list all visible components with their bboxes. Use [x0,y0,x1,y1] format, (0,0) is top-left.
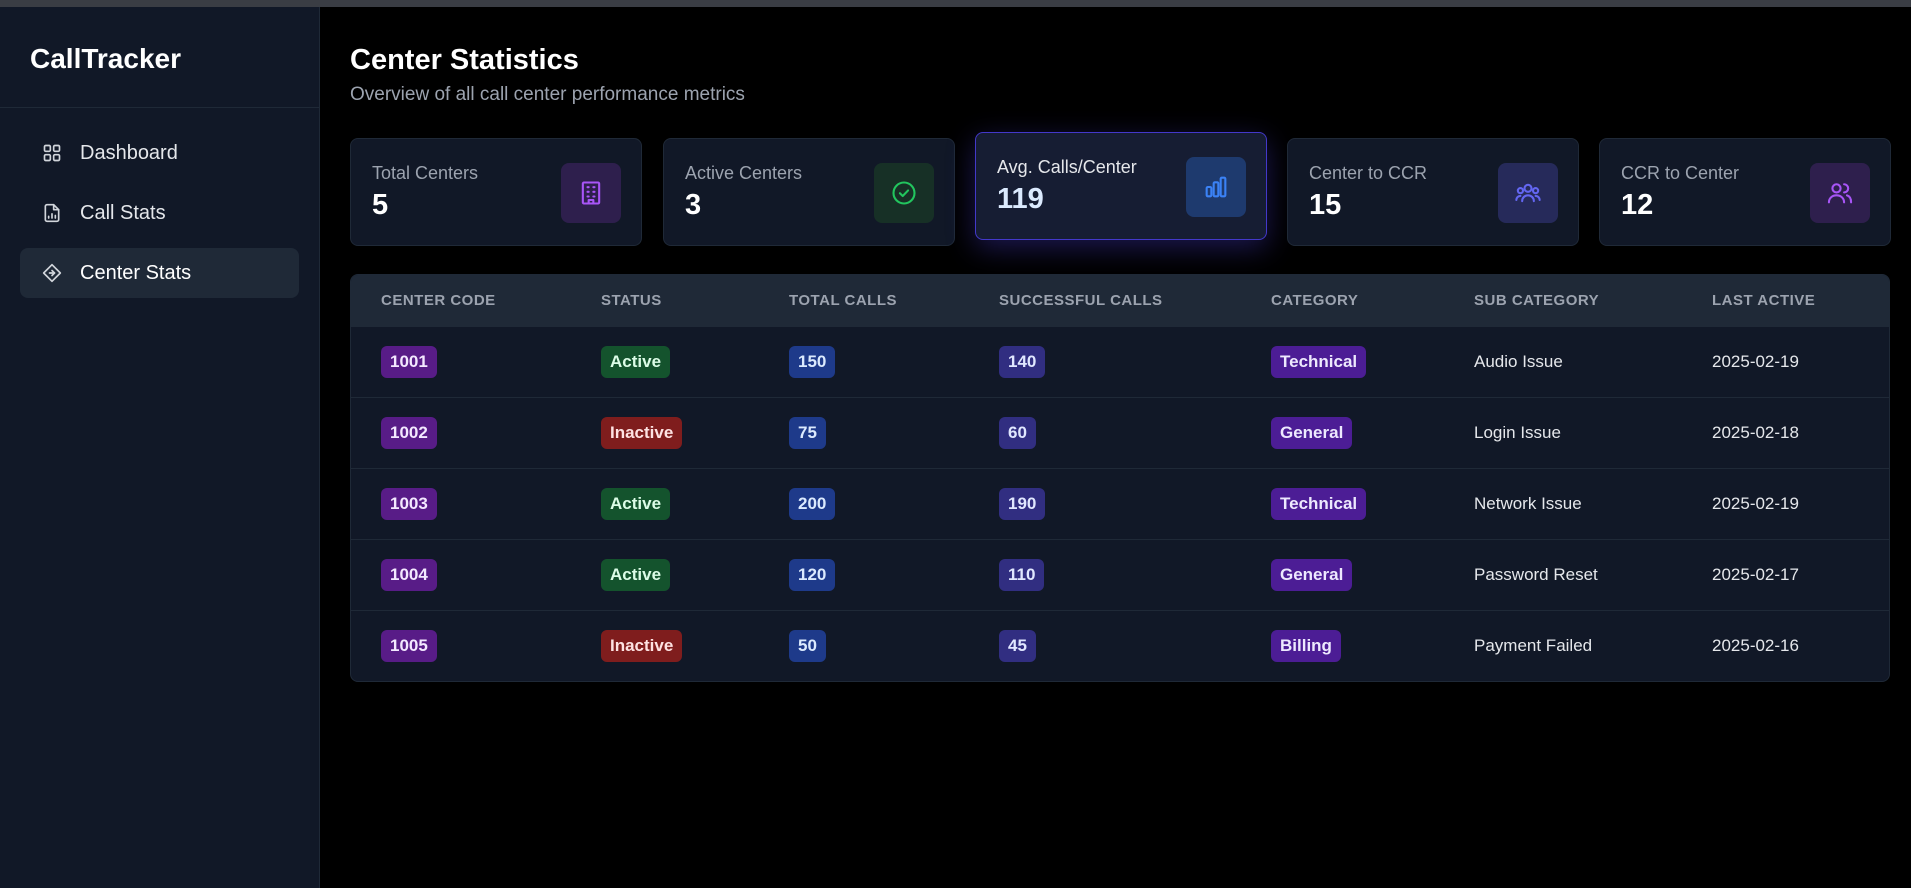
main-content: Center Statistics Overview of all call c… [350,40,1891,682]
page-subtitle: Overview of all call center performance … [350,84,745,105]
status-badge: Active [601,559,671,591]
column-header-sub-category[interactable]: Sub Category [1474,292,1599,309]
column-header-category[interactable]: Category [1271,292,1358,309]
chart-file-icon [42,203,62,223]
sidebar-item-call-stats[interactable]: Call Stats [20,188,299,238]
sidebar-item-center-stats[interactable]: Center Stats [20,248,299,298]
sidebar-nav: Dashboard Call Stats Center Stats [0,108,319,298]
stat-card-ccr-to-center[interactable]: CCR to Center 12 [1599,138,1891,246]
center-code-badge: 1003 [381,488,437,520]
sub-category-text: Network Issue [1474,494,1582,513]
last-active-text: 2025-02-19 [1712,352,1799,371]
last-active-text: 2025-02-18 [1712,423,1799,442]
grid-icon [42,143,62,163]
table-row[interactable]: 1001 Active 150 140 Technical Audio Issu… [351,326,1889,397]
stat-card-center-to-ccr[interactable]: Center to CCR 15 [1287,138,1579,246]
status-badge: Active [601,488,671,520]
successful-calls-badge: 110 [999,559,1045,591]
sidebar-item-dashboard[interactable]: Dashboard [20,128,299,178]
stats-cards: Total Centers 5 Active Centers 3 Avg. Ca… [350,132,1891,248]
last-active-text: 2025-02-19 [1712,494,1799,513]
stat-label: Total Centers [372,163,479,183]
category-badge: Technical [1271,488,1367,520]
category-badge: Billing [1271,630,1341,662]
page-title: Center Statistics [350,44,579,76]
sub-category-text: Login Issue [1474,423,1561,442]
users-group-icon [1498,163,1558,223]
building-icon [561,163,621,223]
successful-calls-badge: 60 [999,417,1036,449]
column-header-total-calls[interactable]: Total Calls [789,292,897,309]
last-active-text: 2025-02-16 [1712,636,1799,655]
total-calls-badge: 200 [789,488,836,520]
successful-calls-badge: 140 [999,346,1046,378]
stat-card-total-centers[interactable]: Total Centers 5 [350,138,642,246]
sub-category-text: Password Reset [1474,565,1598,584]
browser-top-strip [0,0,1911,7]
column-header-status[interactable]: Status [601,292,662,309]
category-badge: Technical [1271,346,1367,378]
status-badge: Active [601,346,671,378]
status-badge: Inactive [601,417,683,449]
center-code-badge: 1004 [381,559,437,591]
stat-card-active-centers[interactable]: Active Centers 3 [663,138,955,246]
sidebar: CallTracker Dashboard Call Stats Center … [0,7,320,888]
center-stats-table: Center Code Status Total Calls Successfu… [350,274,1890,682]
table-row[interactable]: 1004 Active 120 110 General Password Res… [351,539,1889,610]
total-calls-badge: 120 [789,559,836,591]
users-icon [1810,163,1870,223]
diamond-icon [42,263,62,283]
sidebar-item-label: Call Stats [80,201,166,224]
sidebar-item-label: Dashboard [80,141,178,164]
stat-label: Center to CCR [1309,163,1428,183]
stat-label: Active Centers [685,163,803,183]
stat-value: 3 [685,189,702,221]
stat-value: 5 [372,189,389,221]
stat-card-avg-calls[interactable]: Avg. Calls/Center 119 [975,132,1267,240]
last-active-text: 2025-02-17 [1712,565,1799,584]
sub-category-text: Payment Failed [1474,636,1593,655]
center-code-badge: 1005 [381,630,437,662]
stat-value: 119 [997,183,1044,215]
column-header-center-code[interactable]: Center Code [381,292,496,309]
stat-label: CCR to Center [1621,163,1740,183]
table-row[interactable]: 1002 Inactive 75 60 General Login Issue … [351,397,1889,468]
total-calls-badge: 50 [789,630,826,662]
sidebar-item-label: Center Stats [80,261,192,284]
sub-category-text: Audio Issue [1474,352,1563,371]
successful-calls-badge: 190 [999,488,1046,520]
status-badge: Inactive [601,630,683,662]
stat-value: 15 [1309,189,1342,221]
table-row[interactable]: 1003 Active 200 190 Technical Network Is… [351,468,1889,539]
table-row[interactable]: 1005 Inactive 50 45 Billing Payment Fail… [351,610,1889,681]
bar-chart-icon [1186,157,1246,217]
center-code-badge: 1001 [381,346,437,378]
column-header-successful-calls[interactable]: Successful Calls [999,292,1163,309]
total-calls-badge: 150 [789,346,836,378]
column-header-last-active[interactable]: Last Active [1712,292,1815,309]
app-logo: CallTracker [0,7,319,108]
stat-value: 12 [1621,189,1654,221]
successful-calls-badge: 45 [999,630,1036,662]
category-badge: General [1271,417,1353,449]
table-header: Center Code Status Total Calls Successfu… [351,275,1889,326]
center-code-badge: 1002 [381,417,437,449]
category-badge: General [1271,559,1353,591]
total-calls-badge: 75 [789,417,826,449]
stat-label: Avg. Calls/Center [997,157,1137,177]
check-circle-icon [874,163,934,223]
